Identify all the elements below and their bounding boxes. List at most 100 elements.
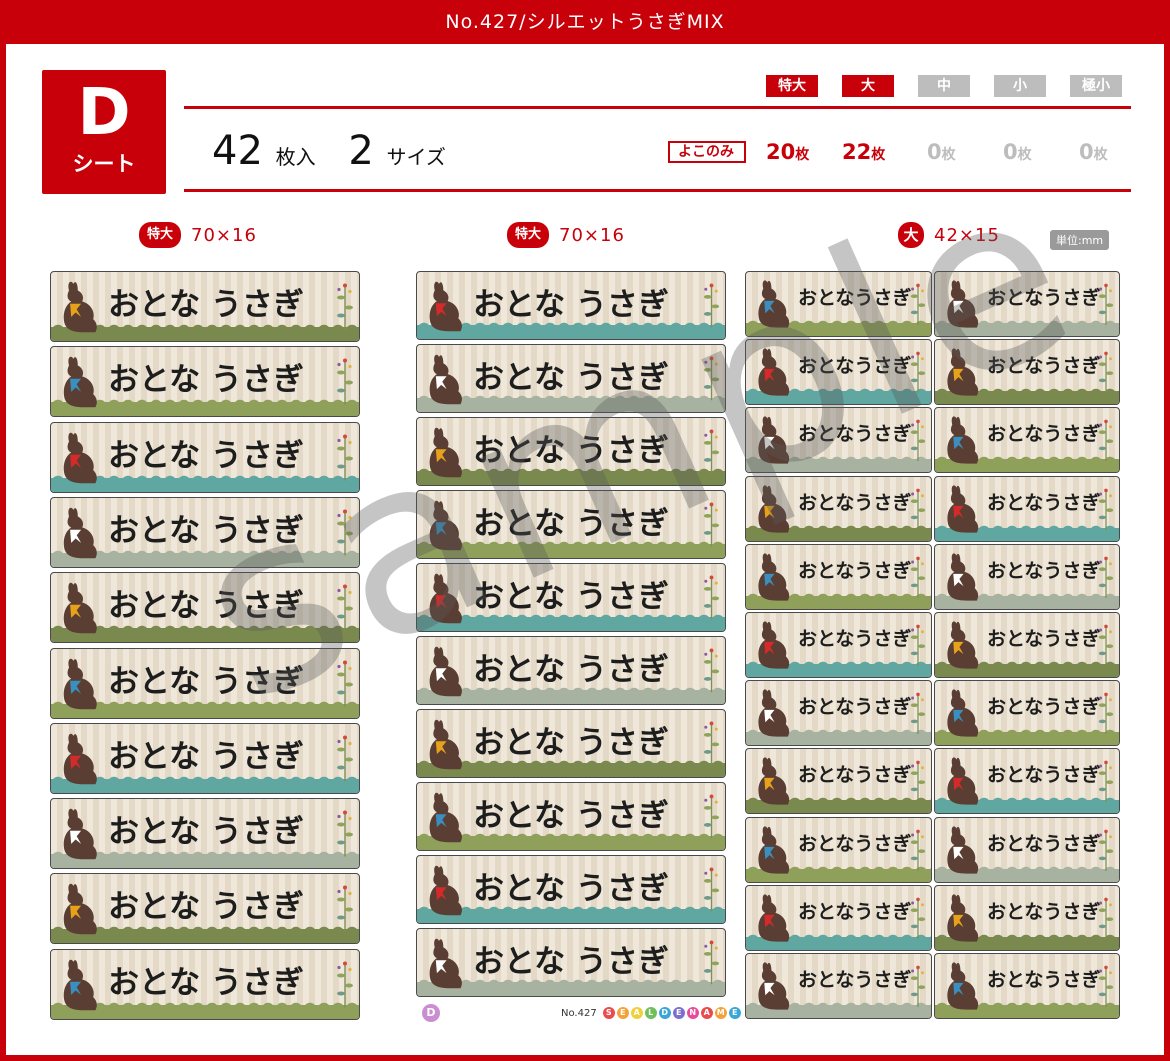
plant-icon: [909, 619, 927, 668]
rabbit-icon: [58, 655, 102, 713]
brand-letter: E: [616, 1007, 629, 1019]
rabbit-icon: [424, 351, 467, 408]
quantity-value: 20枚: [766, 140, 810, 164]
rabbit-icon: [942, 277, 983, 331]
column-header-1: 特大 70×16: [139, 222, 257, 248]
label-name: おとなうさぎ: [798, 287, 912, 309]
name-label: おとなうさぎ: [745, 271, 932, 337]
label-name: おとなうさぎ: [798, 491, 912, 514]
sheet-count-unit: 枚入: [275, 145, 316, 169]
size-badge: 特大: [507, 222, 550, 248]
name-label: おとな うさぎ: [50, 421, 360, 493]
rabbit-icon: [58, 880, 102, 938]
column-header-2: 特大 70×16: [507, 222, 625, 248]
label-name: おとな うさぎ: [108, 889, 304, 926]
name-label: おとな うさぎ: [50, 873, 360, 945]
sheet-letter: D: [77, 76, 131, 150]
label-name: おとな うさぎ: [473, 652, 669, 688]
rabbit-icon: [942, 959, 983, 1013]
plant-icon: [909, 687, 927, 736]
unit-badge: 単位:mm: [1050, 230, 1110, 250]
rabbit-icon: [942, 686, 983, 740]
plant-icon: [702, 351, 721, 402]
label-name: おとなうさぎ: [987, 696, 1101, 719]
plant-icon: [909, 892, 927, 941]
name-label: おとな うさぎ: [50, 572, 360, 644]
label-name: おとなうさぎ: [987, 832, 1101, 855]
name-label: おとなうさぎ: [745, 748, 932, 815]
name-label: おとな うさぎ: [416, 855, 726, 924]
name-label: おとな うさぎ: [416, 636, 726, 705]
rabbit-icon: [424, 424, 467, 481]
size-dimensions: 70×16: [559, 224, 625, 246]
name-label: おとなうさぎ: [934, 680, 1120, 747]
label-name: おとな うさぎ: [473, 725, 669, 761]
quantity-value: 0枚: [1003, 140, 1032, 164]
brand-letter: N: [686, 1007, 699, 1019]
rabbit-icon: [942, 618, 983, 672]
name-label: おとな うさぎ: [50, 346, 360, 418]
label-name: おとなうさぎ: [798, 355, 912, 378]
name-label: おとな うさぎ: [50, 798, 360, 870]
size-badge: 特大: [139, 222, 182, 248]
label-name: おとなうさぎ: [798, 628, 912, 650]
plant-icon: [335, 956, 355, 1009]
plant-icon: [335, 504, 355, 557]
label-name: おとな うさぎ: [473, 433, 669, 469]
label-name: おとな うさぎ: [108, 512, 304, 549]
label-name: おとなうさぎ: [987, 900, 1101, 923]
plant-icon: [335, 880, 355, 933]
brand-letter: E: [728, 1007, 741, 1019]
name-label: おとな うさぎ: [50, 496, 360, 568]
name-label: おとなうさぎ: [934, 884, 1120, 951]
rabbit-icon: [753, 618, 794, 672]
label-name: おとなうさぎ: [987, 491, 1101, 514]
brand-letter: D: [658, 1007, 671, 1019]
label-name: おとな うさぎ: [473, 798, 669, 834]
rabbit-icon: [942, 413, 983, 467]
label-name: おとな うさぎ: [473, 944, 669, 980]
label-name: おとな うさぎ: [108, 588, 304, 625]
rabbit-icon: [424, 935, 467, 992]
plant-icon: [702, 643, 721, 694]
rabbit-icon: [753, 754, 794, 808]
name-label: おとな うさぎ: [416, 490, 726, 559]
plant-icon: [702, 570, 721, 621]
plant-icon: [909, 346, 927, 395]
divider-top: [184, 106, 1131, 109]
label-name: おとな うさぎ: [473, 871, 669, 907]
rabbit-icon: [58, 730, 102, 788]
rabbit-icon: [424, 643, 467, 700]
rabbit-icon: [942, 345, 983, 399]
rabbit-icon: [753, 959, 794, 1013]
name-label: おとなうさぎ: [745, 816, 932, 883]
label-name: おとな うさぎ: [108, 738, 304, 775]
rabbit-icon: [753, 277, 794, 331]
plant-icon: [335, 429, 355, 482]
brand-letter: L: [644, 1007, 657, 1019]
label-name: おとな うさぎ: [108, 437, 304, 474]
label-name: おとなうさぎ: [798, 559, 912, 582]
label-name: おとな うさぎ: [473, 287, 669, 323]
plant-icon: [335, 579, 355, 632]
rabbit-icon: [424, 278, 467, 335]
plant-icon: [909, 755, 927, 804]
plant-icon: [702, 497, 721, 548]
rabbit-icon: [58, 956, 102, 1014]
label-name: おとなうさぎ: [987, 559, 1101, 582]
label-name: おとな うさぎ: [108, 663, 304, 700]
rabbit-icon: [58, 429, 102, 487]
label-name: おとなうさぎ: [987, 628, 1101, 650]
name-label: おとな うさぎ: [416, 417, 726, 486]
name-label: おとなうさぎ: [934, 271, 1120, 337]
quantity-value: 22枚: [842, 140, 886, 164]
name-label: おとなうさぎ: [745, 543, 932, 610]
size-tab: 小: [994, 75, 1046, 97]
size-tab: 大: [842, 75, 894, 97]
brand-logo: SEALDENAME: [602, 1007, 741, 1019]
label-name: おとなうさぎ: [798, 764, 912, 787]
divider-bottom: [184, 189, 1131, 192]
rabbit-icon: [58, 353, 102, 411]
brand-letter: A: [630, 1007, 643, 1019]
rabbit-icon: [942, 823, 983, 877]
